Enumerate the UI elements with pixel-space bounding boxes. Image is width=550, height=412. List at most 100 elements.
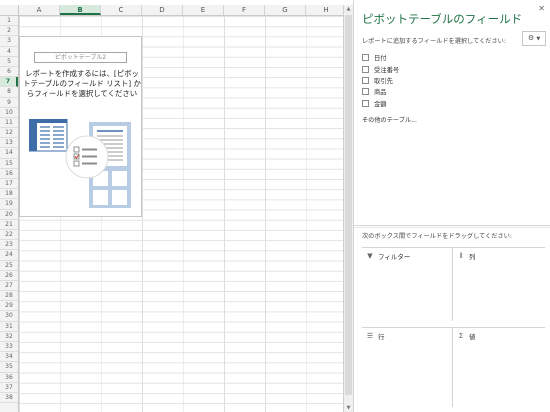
- row-header[interactable]: 5: [0, 57, 18, 67]
- column-header[interactable]: F: [224, 5, 265, 15]
- row-header[interactable]: 34: [0, 352, 18, 363]
- row-header[interactable]: 30: [0, 311, 18, 322]
- columns-area[interactable]: ⦀ 列: [453, 247, 545, 321]
- row-header[interactable]: 27: [0, 281, 18, 292]
- drag-areas-label: 次のボックス間でフィールドをドラッグしてください:: [362, 233, 512, 240]
- row-header[interactable]: 21: [0, 220, 18, 230]
- tools-button[interactable]: ⚙ ▼: [522, 31, 546, 46]
- row-header[interactable]: 28: [0, 291, 18, 302]
- rows-area[interactable]: ☰ 行: [362, 327, 453, 407]
- columns-drop-zone[interactable]: [455, 262, 543, 319]
- table-grid-key-column: [29, 119, 37, 151]
- row-header[interactable]: 4: [0, 47, 18, 57]
- pivot-report-block: [112, 171, 127, 186]
- row-header[interactable]: 1: [0, 16, 18, 27]
- field-checklist-icon: [65, 135, 109, 179]
- row-header[interactable]: 13: [0, 138, 18, 149]
- rows-drop-zone[interactable]: [364, 342, 450, 405]
- row-header[interactable]: 15: [0, 159, 18, 169]
- column-headers: ABCDEFGH: [19, 5, 343, 16]
- column-header[interactable]: C: [101, 5, 142, 15]
- row-header[interactable]: 38: [0, 393, 18, 404]
- row-header[interactable]: 16: [0, 169, 18, 179]
- pivot-report-block: [112, 190, 127, 205]
- close-icon[interactable]: ✕: [538, 4, 545, 13]
- worksheet: ABCDEFGH 1 2 3 4 5 6 7 8 9 10 11 12 13 14 15 16 17 18 19 20…: [0, 0, 343, 412]
- row-header[interactable]: 9: [0, 98, 18, 108]
- row-header[interactable]: 24: [0, 250, 18, 261]
- values-area-label: 値: [469, 333, 476, 341]
- field-list: 日付 受注番号 取引先 商品 金額: [362, 52, 399, 109]
- column-header[interactable]: A: [19, 5, 60, 15]
- pivot-instruction-text: レポートを作成するには、[ピボットテーブルのフィールド リスト] からフィールド…: [23, 69, 141, 99]
- field-checkbox[interactable]: [362, 76, 369, 84]
- field-label: 日付: [374, 55, 387, 63]
- field-checkbox[interactable]: [362, 88, 369, 96]
- row-header[interactable]: 25: [0, 261, 18, 271]
- pane-title: ピボットテーブルのフィールド: [362, 12, 523, 26]
- row-header[interactable]: 19: [0, 199, 18, 210]
- columns-area-label: 列: [469, 253, 476, 261]
- row-header[interactable]: 14: [0, 148, 18, 159]
- filters-area[interactable]: ▼ フィルター: [362, 247, 453, 321]
- row-header[interactable]: 3: [0, 36, 18, 47]
- pivot-table-placeholder[interactable]: ピボットテーブル2 レポートを作成するには、[ピボットテーブルのフィールド リス…: [19, 36, 142, 217]
- field-item[interactable]: 受注番号: [362, 63, 399, 74]
- field-label: 受注番号: [374, 66, 400, 74]
- column-header[interactable]: E: [183, 5, 224, 15]
- scroll-down-icon[interactable]: ▼: [344, 404, 353, 412]
- filter-icon: ▼: [367, 252, 373, 260]
- row-header[interactable]: 37: [0, 383, 18, 393]
- filters-drop-zone[interactable]: [364, 262, 450, 319]
- row-header[interactable]: 8: [0, 87, 18, 98]
- select-all-corner[interactable]: [0, 5, 19, 16]
- scrollbar-thumb[interactable]: [345, 15, 352, 395]
- gear-icon: ⚙: [527, 34, 535, 42]
- row-header[interactable]: 26: [0, 271, 18, 281]
- field-item[interactable]: 取引先: [362, 75, 399, 86]
- row-header[interactable]: 18: [0, 189, 18, 200]
- row-header[interactable]: 7: [0, 77, 18, 88]
- field-checkbox[interactable]: [362, 99, 369, 107]
- values-drop-zone[interactable]: [455, 342, 543, 405]
- row-header[interactable]: 2: [0, 26, 18, 37]
- column-header[interactable]: G: [265, 5, 306, 15]
- more-tables-link[interactable]: その他のテーブル...: [362, 115, 417, 124]
- field-label: 金額: [374, 100, 387, 108]
- field-item[interactable]: 金額: [362, 98, 399, 109]
- row-header[interactable]: 22: [0, 230, 18, 241]
- row-header[interactable]: 10: [0, 108, 18, 118]
- column-header[interactable]: D: [142, 5, 183, 15]
- row-header[interactable]: 32: [0, 332, 18, 342]
- row-header[interactable]: 23: [0, 240, 18, 251]
- pane-splitter[interactable]: [354, 225, 550, 228]
- field-checkbox[interactable]: [362, 65, 369, 73]
- field-checkbox[interactable]: [362, 54, 369, 62]
- chevron-down-icon: ▼: [536, 36, 541, 42]
- field-item[interactable]: 商品: [362, 86, 399, 97]
- row-header[interactable]: 35: [0, 362, 18, 373]
- row-header[interactable]: 20: [0, 210, 18, 220]
- scroll-up-icon[interactable]: ▲: [344, 5, 353, 13]
- row-header[interactable]: 29: [0, 301, 18, 312]
- vertical-scrollbar[interactable]: ▲ ▼: [343, 5, 353, 412]
- row-header[interactable]: 33: [0, 342, 18, 353]
- pivot-report-block: [93, 190, 108, 205]
- values-area[interactable]: Σ 値: [453, 327, 545, 407]
- field-label: 取引先: [374, 77, 393, 85]
- column-header[interactable]: B: [60, 5, 101, 15]
- pivot-field-list-pane: ピボットテーブルのフィールド ✕ レポートに追加するフィールドを選択してください…: [353, 0, 550, 412]
- column-header[interactable]: H: [306, 5, 343, 15]
- row-header[interactable]: 36: [0, 373, 18, 383]
- columns-icon: ⦀: [459, 251, 463, 260]
- row-header[interactable]: 12: [0, 128, 18, 139]
- row-header[interactable]: 31: [0, 322, 18, 332]
- pivot-illustration: [29, 119, 131, 208]
- row-header[interactable]: 6: [0, 67, 18, 78]
- sigma-icon: Σ: [458, 332, 464, 340]
- row-header[interactable]: 17: [0, 179, 18, 190]
- field-item[interactable]: 日付: [362, 52, 399, 63]
- row-header[interactable]: 11: [0, 118, 18, 129]
- rows-icon: ☰: [366, 332, 374, 340]
- table-grid-icon: [29, 119, 68, 152]
